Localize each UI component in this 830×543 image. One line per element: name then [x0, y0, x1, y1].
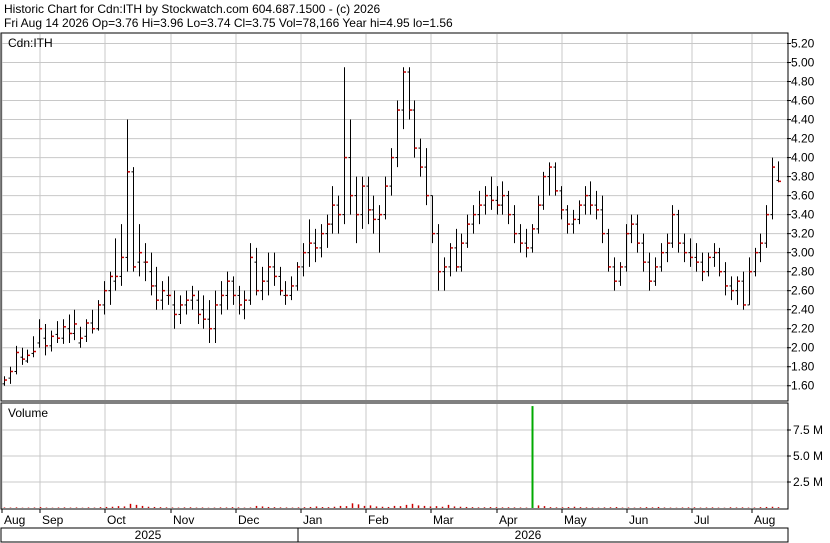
price-tick-label: 2.40 — [791, 303, 815, 317]
month-label: Sep — [42, 513, 64, 527]
month-label: Apr — [499, 513, 518, 527]
month-label: May — [564, 513, 587, 527]
price-tick-label: 4.60 — [791, 94, 815, 108]
price-tick-label: 5.20 — [791, 37, 815, 51]
price-tick-label: 4.00 — [791, 151, 815, 165]
year-strip — [0, 527, 789, 543]
month-label: Feb — [368, 513, 389, 527]
month-label: Jul — [694, 513, 709, 527]
price-tick-label: 3.40 — [791, 208, 815, 222]
price-tick-label: 3.60 — [791, 189, 815, 203]
price-tick-label: 2.80 — [791, 265, 815, 279]
month-label: Nov — [173, 513, 194, 527]
price-tick-label: 3.20 — [791, 227, 815, 241]
price-tick-label: 4.40 — [791, 113, 815, 127]
month-label: Mar — [433, 513, 454, 527]
price-tick-label: 2.00 — [791, 341, 815, 355]
month-label: Dec — [238, 513, 259, 527]
month-label: Jan — [303, 513, 322, 527]
month-label: Aug — [4, 513, 25, 527]
price-tick-label: 3.00 — [791, 246, 815, 260]
time-axis: Aug Sep Oct Nov Dec Jan Feb Mar Apr May Jun Jul Aug 2… — [0, 509, 789, 543]
price-tick-label: 4.20 — [791, 132, 815, 146]
stock-chart: 5.20 5.00 4.80 4.60 4.40 4.20 4.00 3.80 3.60 3.40… — [0, 32, 823, 543]
price-tick-label: 3.80 — [791, 170, 815, 184]
volume-axis: 7.5 M 5.0 M 2.5 M — [787, 423, 823, 489]
price-axis: 5.20 5.00 4.80 4.60 4.40 4.20 4.00 3.80 3.60 3.40… — [787, 37, 815, 393]
month-label: Jun — [629, 513, 648, 527]
year-label: 2026 — [515, 528, 542, 542]
price-panel-title: Cdn:ITH — [8, 36, 53, 50]
price-tick-label: 4.80 — [791, 75, 815, 89]
volume-panel-title: Volume — [8, 406, 48, 420]
year-label: 2025 — [135, 528, 162, 542]
volume-tick-label: 2.5 M — [793, 475, 823, 489]
volume-tick-label: 7.5 M — [793, 423, 823, 437]
price-tick-label: 2.60 — [791, 284, 815, 298]
price-tick-label: 5.00 — [791, 56, 815, 70]
price-tick-label: 1.60 — [791, 379, 815, 393]
price-tick-label: 1.80 — [791, 360, 815, 374]
month-label: Aug — [754, 513, 775, 527]
volume-tick-label: 5.0 M — [793, 449, 823, 463]
month-label: Oct — [107, 513, 126, 527]
price-tick-label: 2.20 — [791, 322, 815, 336]
price-panel-frame — [0, 32, 789, 402]
